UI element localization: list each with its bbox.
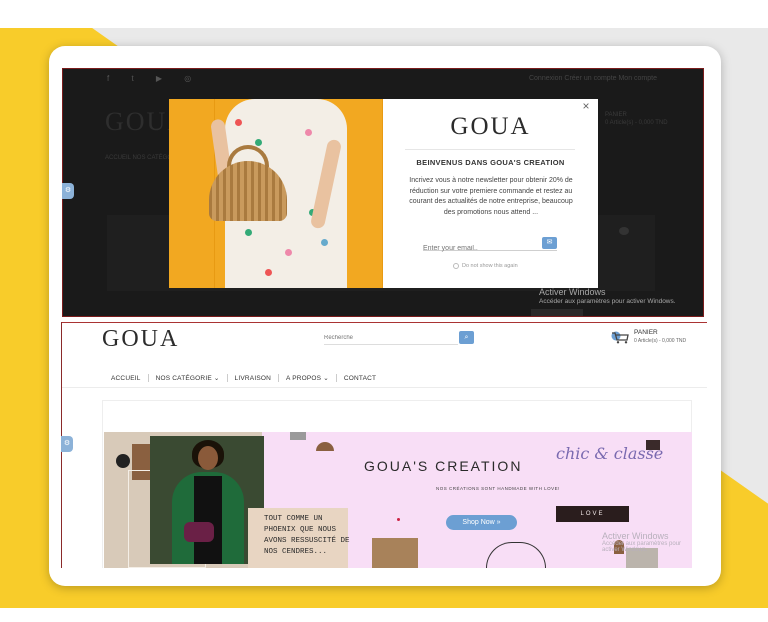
gear-icon: ⚙ — [63, 440, 71, 447]
site-logo[interactable]: GOUA — [102, 326, 179, 353]
nav-categories[interactable]: NOS CATÉGORIE ⌄ — [149, 374, 227, 382]
windows-activation-watermark: Activer Windows Accéder aux paramètres p… — [602, 531, 682, 553]
top-links: Connexion Créer un compte Mon compte — [528, 75, 657, 82]
nav-a-propos[interactable]: A PROPOS ⌄ — [279, 374, 336, 382]
main-nav: ACCUEIL NOS CATÉGORIE ⌄ LIVRAISON A PROP… — [104, 374, 383, 382]
do-not-show-checkbox[interactable] — [453, 263, 459, 269]
do-not-show-option[interactable]: Do not show this again — [453, 263, 518, 269]
hero-banner: TOUT COMME UN PHOENIX QUE NOUS AVONS RES… — [104, 432, 692, 568]
divider — [405, 149, 575, 150]
email-field[interactable] — [423, 242, 541, 255]
banner-photo — [150, 436, 264, 564]
settings-tab[interactable]: ⚙ — [61, 436, 73, 452]
shop-now-button[interactable]: Shop Now » — [446, 515, 517, 530]
search-input[interactable] — [324, 332, 458, 345]
newsletter-form: ✉ — [423, 237, 557, 255]
do-not-show-label: Do not show this again — [462, 263, 518, 269]
search-button[interactable]: ⌕ — [459, 331, 474, 344]
banner-quote: TOUT COMME UN PHOENIX QUE NOUS AVONS RES… — [264, 515, 350, 556]
dimmed-shape — [619, 227, 629, 235]
popup-screenshot: f t ▶ ◎ Connexion Créer un compte Mon co… — [62, 68, 704, 317]
nav-livraison[interactable]: LIVRAISON — [228, 375, 278, 382]
modal-description: Incrivez vous à notre newsletter pour ob… — [409, 177, 573, 216]
close-icon[interactable]: × — [580, 100, 592, 112]
dimmed-cart: PANIER 0 Article(s) - 0,000 TND — [605, 112, 668, 126]
newsletter-modal: × GOUA BEINVENUS DANS GOUA'S CREATION In… — [169, 99, 598, 288]
nav-accueil[interactable]: ACCUEIL — [104, 375, 148, 382]
banner-subtitle: NOS CRÉATIONS SONT HANDMADE WITH LOVE! — [436, 486, 560, 491]
mail-icon: ✉ — [546, 239, 553, 246]
screenshot-card: f t ▶ ◎ Connexion Créer un compte Mon co… — [49, 46, 721, 586]
modal-title: BEINVENUS DANS GOUA'S CREATION — [416, 158, 565, 167]
cart-summary: 0 Article(s) - 0,000 TND — [634, 338, 687, 344]
website-screenshot: GOUA ⌕ PANIER 0 Article(s) - 0,000 TND A… — [61, 322, 707, 568]
settings-tab[interactable]: ⚙ — [62, 183, 74, 199]
modal-logo: GOUA — [450, 113, 531, 140]
banner-title: GOUA'S CREATION — [364, 458, 523, 474]
love-label: LOVE — [556, 506, 629, 522]
cart-icon[interactable] — [611, 330, 629, 344]
search-icon: ⌕ — [464, 334, 469, 341]
gear-icon: ⚙ — [64, 187, 72, 194]
nav-contact[interactable]: CONTACT — [337, 375, 383, 382]
dimmed-bar — [531, 309, 583, 316]
subscribe-button[interactable]: ✉ — [542, 237, 557, 249]
windows-activation-watermark: Activer Windows Accéder aux paramètres p… — [539, 287, 676, 305]
cart-label[interactable]: PANIER — [634, 329, 658, 336]
modal-photo — [169, 99, 383, 288]
social-icons: f t ▶ ◎ — [107, 74, 202, 83]
